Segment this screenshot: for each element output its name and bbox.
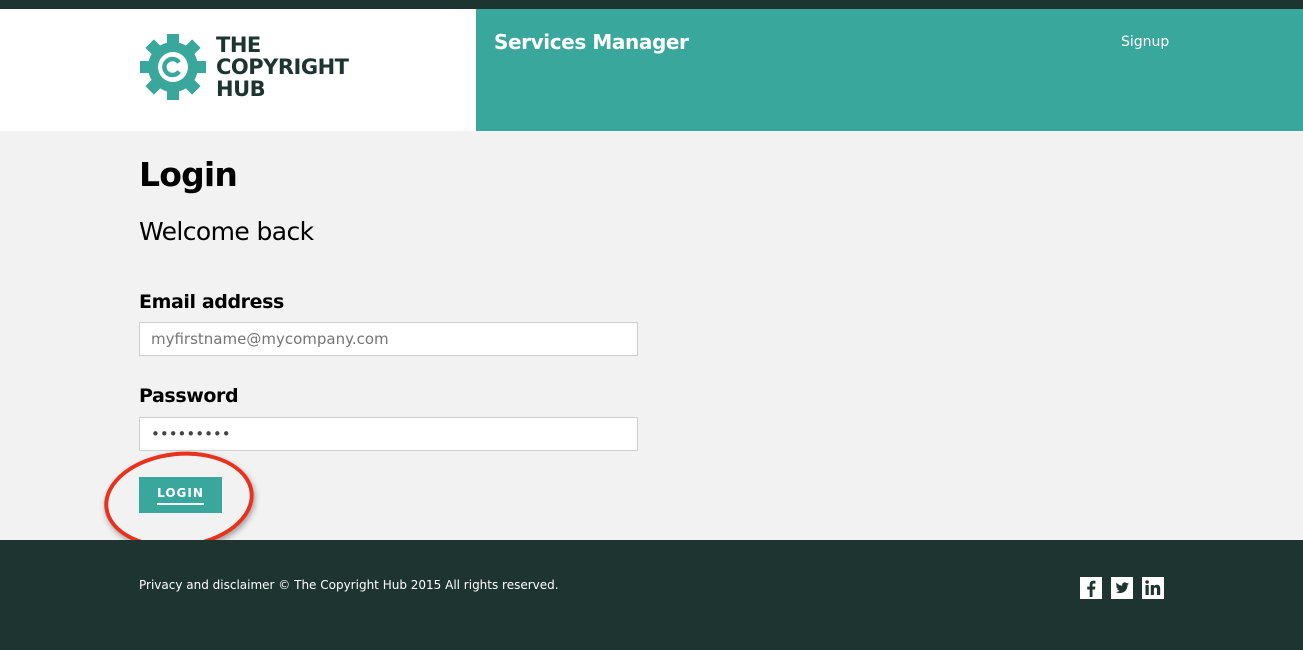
email-field[interactable] (139, 322, 638, 356)
email-label: Email address (139, 291, 284, 313)
logo-line: THE (216, 33, 261, 57)
logo-line: COPYRIGHT (216, 55, 349, 79)
header-nav-area (476, 9, 1303, 131)
page-subtitle: Welcome back (139, 217, 314, 246)
login-button[interactable]: LOGIN (139, 477, 222, 513)
top-bar (0, 0, 1303, 9)
social-links (1080, 577, 1164, 599)
gear-copyright-icon (140, 34, 206, 100)
footer-copyright-text[interactable]: Privacy and disclaimer © The Copyright H… (139, 578, 559, 592)
linkedin-icon[interactable] (1142, 577, 1164, 599)
app-title: Services Manager (494, 30, 689, 54)
facebook-icon[interactable] (1080, 577, 1102, 599)
copyright-hub-logo[interactable]: THE COPYRIGHT HUB (138, 30, 349, 104)
logo-wordmark: THE COPYRIGHT HUB (216, 33, 349, 101)
page-title: Login (139, 155, 238, 194)
footer: Privacy and disclaimer © The Copyright H… (0, 540, 1303, 650)
login-button-label: LOGIN (157, 486, 204, 505)
twitter-icon[interactable] (1111, 577, 1133, 599)
logo-line: HUB (216, 77, 266, 101)
password-field[interactable] (139, 417, 638, 451)
signup-link[interactable]: Signup (1121, 34, 1169, 50)
password-label: Password (139, 385, 239, 407)
